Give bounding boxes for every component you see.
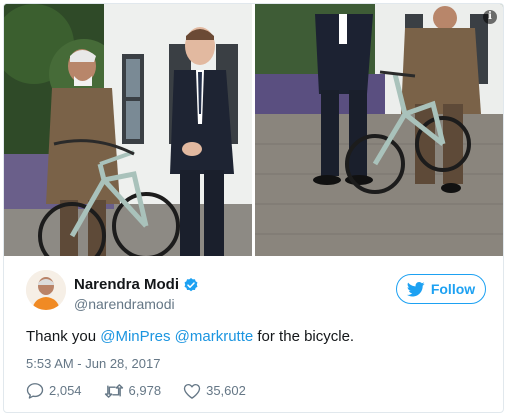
reply-count: 2,054 bbox=[49, 383, 82, 398]
tweet-text-suffix: for the bicycle. bbox=[253, 328, 355, 345]
author-names: Narendra Modi @narendramodi bbox=[74, 276, 199, 312]
author-handle[interactable]: @narendramodi bbox=[74, 296, 199, 312]
mention-minpres[interactable]: @MinPres bbox=[100, 328, 170, 345]
photo-right-image bbox=[255, 4, 503, 256]
like-action[interactable]: 35,602 bbox=[183, 382, 246, 399]
author-display-name[interactable]: Narendra Modi bbox=[74, 276, 179, 293]
retweet-icon bbox=[104, 383, 123, 398]
reply-icon bbox=[26, 383, 44, 399]
follow-button-label: Follow bbox=[430, 281, 476, 297]
tweet-actions: 2,054 6,978 35,602 bbox=[26, 382, 246, 399]
tweet-author: Narendra Modi @narendramodi Follow bbox=[26, 270, 496, 314]
mention-markrutte[interactable]: @markrutte bbox=[175, 328, 254, 345]
bird-icon bbox=[406, 281, 425, 296]
photo-left[interactable] bbox=[4, 4, 252, 256]
avatar[interactable] bbox=[26, 270, 66, 310]
heart-icon bbox=[183, 383, 201, 399]
tweet-text-prefix: Thank you bbox=[26, 328, 101, 345]
follow-button[interactable]: Follow bbox=[396, 274, 486, 304]
like-count: 35,602 bbox=[206, 383, 246, 398]
reply-action[interactable]: 2,054 bbox=[26, 382, 82, 399]
retweet-count: 6,978 bbox=[128, 383, 162, 398]
display-name-row: Narendra Modi bbox=[74, 276, 199, 293]
avatar-image bbox=[26, 270, 66, 310]
verified-badge-icon bbox=[184, 277, 198, 291]
photo-left-image bbox=[4, 4, 252, 256]
retweet-action[interactable]: 6,978 bbox=[104, 382, 162, 399]
tweet-card: i Narendra Modi @narendramodi Follow Tha… bbox=[3, 3, 504, 413]
tweet-text: Thank you @MinPres @markrutte for the bi… bbox=[26, 328, 354, 345]
tweet-timestamp[interactable]: 5:53 AM - Jun 28, 2017 bbox=[26, 356, 160, 371]
photo-right[interactable]: i bbox=[255, 4, 503, 256]
info-icon[interactable]: i bbox=[483, 10, 497, 24]
tweet-media: i bbox=[4, 4, 503, 256]
